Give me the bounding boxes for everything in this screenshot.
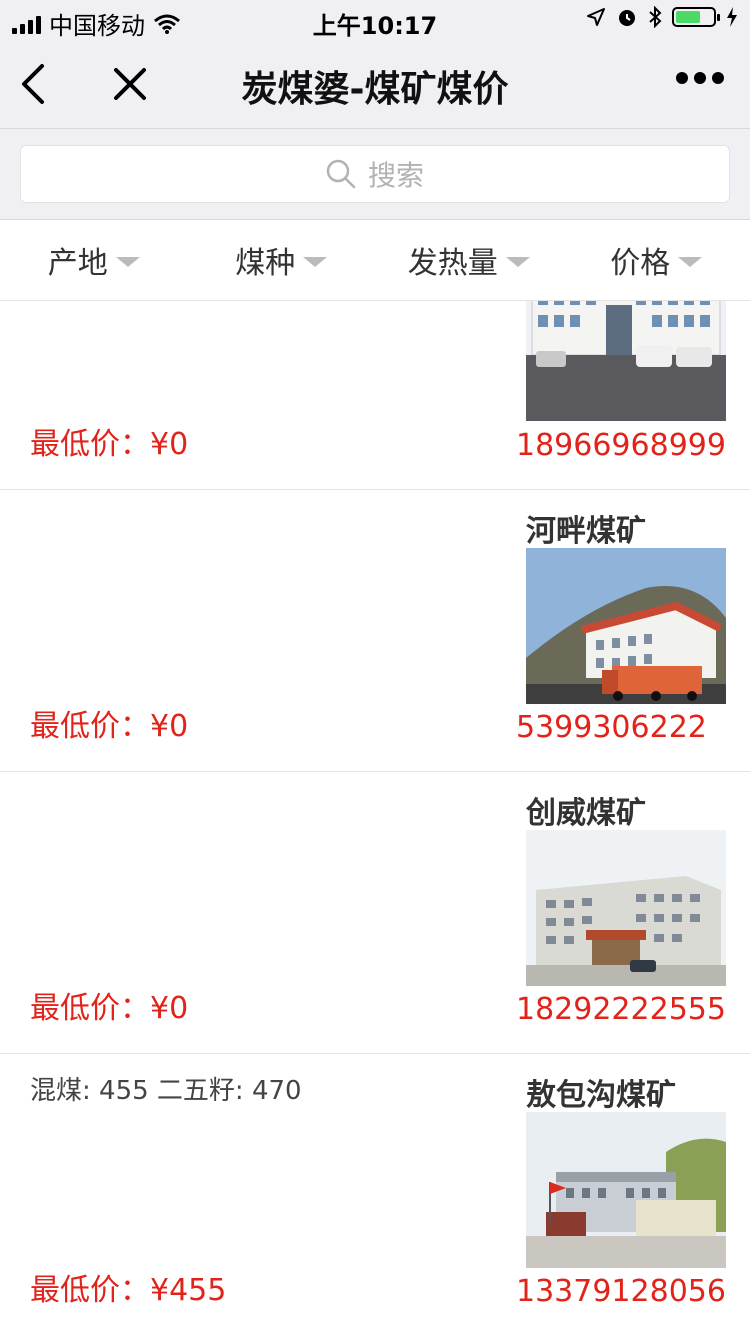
mine-photo <box>526 830 726 986</box>
caret-down-icon <box>303 257 328 267</box>
bluetooth-icon <box>649 6 662 28</box>
phone-number[interactable]: 13379128056 <box>516 1274 726 1309</box>
min-price: 最低价：¥0 <box>30 427 189 462</box>
location-icon <box>587 8 605 26</box>
filter-price[interactable]: 价格 <box>563 220 750 300</box>
filter-calorific[interactable]: 发热量 <box>375 220 563 300</box>
mine-photo <box>526 1112 726 1268</box>
filter-bar: 产地 煤种 发热量 价格 <box>0 220 750 301</box>
phone-number[interactable]: 18292222555 <box>516 992 726 1027</box>
filter-label: 煤种 <box>235 246 296 281</box>
filter-origin[interactable]: 产地 <box>0 220 188 300</box>
caret-down-icon <box>115 257 140 267</box>
mine-photo <box>526 548 726 704</box>
search-placeholder: 搜索 <box>367 159 424 192</box>
charging-icon <box>727 7 737 27</box>
battery-icon <box>672 7 720 27</box>
list-item[interactable]: 河畔煤矿 最低价：¥0 5399306222 <box>0 490 750 772</box>
min-price: 最低价：¥455 <box>30 1273 227 1308</box>
status-right <box>586 6 738 28</box>
page-title: 炭煤婆-煤矿煤价 <box>241 69 509 110</box>
status-bar: 中国移动 上午10:17 <box>0 0 750 40</box>
mine-name: 河畔煤矿 <box>526 514 646 549</box>
more-icon[interactable] <box>676 72 724 84</box>
search-area: 搜索 <box>0 129 750 220</box>
mine-name: 敖包沟煤矿 <box>526 1078 676 1113</box>
search-input[interactable]: 搜索 <box>20 145 730 203</box>
filter-coal-type[interactable]: 煤种 <box>188 220 376 300</box>
min-price: 最低价：¥0 <box>30 709 189 744</box>
phone-number[interactable]: 18966968999 <box>516 428 726 463</box>
filter-label: 发热量 <box>407 246 498 281</box>
caret-down-icon <box>505 257 530 267</box>
search-icon <box>326 159 356 189</box>
alarm-icon <box>619 10 635 26</box>
min-price: 最低价：¥0 <box>30 991 189 1026</box>
filter-label: 价格 <box>610 246 671 281</box>
nav-bar: 炭煤婆-煤矿煤价 <box>0 40 750 129</box>
mine-name: 创威煤矿 <box>526 796 646 831</box>
caret-down-icon <box>678 257 703 267</box>
phone-number[interactable]: 5399306222 <box>516 710 707 745</box>
filter-label: 产地 <box>47 246 108 281</box>
list-item[interactable]: 创威煤矿 最低价：¥0 18292222555 <box>0 772 750 1054</box>
mine-photo <box>526 301 726 421</box>
mine-list: 最低价：¥0 18966968999 河畔煤矿 最低价：¥0 539930622… <box>0 301 750 1334</box>
coal-grades: 混煤: 455 二五籽: 470 <box>30 1076 302 1106</box>
list-item[interactable]: 最低价：¥0 18966968999 <box>0 301 750 490</box>
list-item[interactable]: 混煤: 455 二五籽: 470 敖包沟煤矿 最低价：¥455 13379128… <box>0 1054 750 1334</box>
